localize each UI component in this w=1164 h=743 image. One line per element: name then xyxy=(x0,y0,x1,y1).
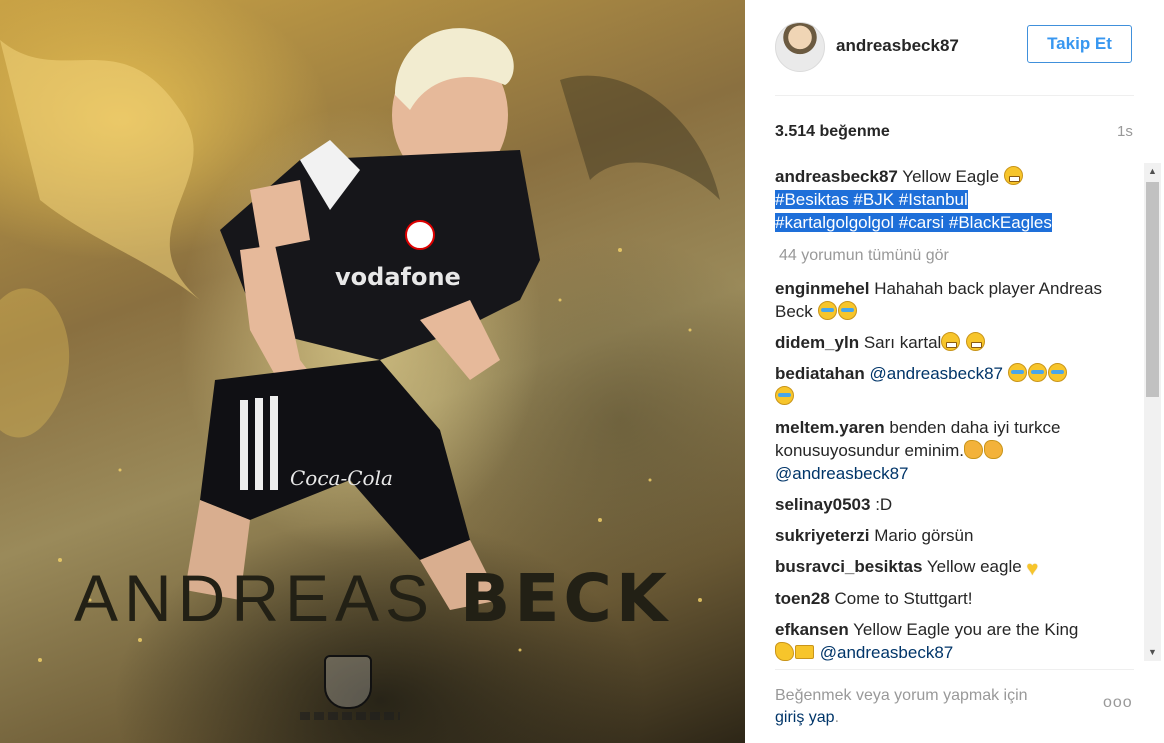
comment-item: toen28 Come to Stuttgart! xyxy=(775,587,1140,610)
comment-author[interactable]: bediatahan xyxy=(775,364,865,383)
comment-author[interactable]: sukriyeterzi xyxy=(775,526,870,545)
comment-mention[interactable]: @andreasbeck87 xyxy=(775,464,909,483)
comment-author[interactable]: busravci_besiktas xyxy=(775,557,922,576)
comment-text: Mario görsün xyxy=(874,526,974,545)
comment-item: bediatahan @andreasbeck87 xyxy=(775,362,1140,408)
post-timestamp[interactable]: 1s xyxy=(1117,123,1133,140)
scroll-up-arrow-icon[interactable]: ▲ xyxy=(1144,163,1161,180)
more-options-button[interactable]: ooo xyxy=(1103,694,1133,712)
player-name-overlay: ANDREAS BECK xyxy=(0,560,745,637)
view-all-comments-link[interactable]: 44 yorumun tümünü gör xyxy=(779,244,1140,267)
comment-item: efkansen Yellow Eagle you are the King @… xyxy=(775,618,1140,662)
post-header: andreasbeck87 Takip Et xyxy=(775,22,1134,72)
comment-author[interactable]: enginmehel xyxy=(775,279,869,298)
comment-author[interactable]: selinay0503 xyxy=(775,495,870,514)
comment-item: meltem.yaren benden daha iyi turkce konu… xyxy=(775,416,1140,485)
comment-mention[interactable]: @andreasbeck87 xyxy=(869,364,1003,383)
scroll-down-arrow-icon[interactable]: ▼ xyxy=(1144,644,1161,661)
login-prompt-suffix: . xyxy=(834,709,840,726)
comment-author[interactable]: meltem.yaren xyxy=(775,418,885,437)
caption-hashtags-line2[interactable]: #kartalgolgolgol #carsi #BlackEagles xyxy=(775,213,1052,232)
comment-text: Sarı kartal xyxy=(863,333,942,352)
grimacing-emoji-icon xyxy=(941,332,961,351)
caption-text: Yellow Eagle xyxy=(902,167,1000,186)
comment-author[interactable]: efkansen xyxy=(775,620,849,639)
grinning-emoji-icon xyxy=(1003,166,1023,185)
comments-list: andreasbeck87 Yellow Eagle #Besiktas #BJ… xyxy=(775,165,1140,662)
tears-of-joy-emoji-icon xyxy=(817,301,837,320)
login-prompt: Beğenmek veya yorum yapmak için giriş ya… xyxy=(775,685,1075,729)
scrollbar-thumb[interactable] xyxy=(1146,182,1159,397)
comment-text: Come to Stuttgart! xyxy=(834,589,973,608)
likes-count[interactable]: 3.514 beğenme xyxy=(775,123,890,141)
post-username[interactable]: andreasbeck87 xyxy=(836,36,959,56)
flexed-biceps-emoji-icon xyxy=(775,642,794,661)
comments-scrollbar[interactable]: ▲ ▼ xyxy=(1144,163,1161,661)
yellow-heart-emoji-icon xyxy=(1026,560,1048,579)
overlay-last-name: BECK xyxy=(460,560,672,637)
jersey-sponsor-text: vodafone xyxy=(335,263,461,291)
login-prompt-text: Beğenmek veya yorum yapmak için xyxy=(775,687,1028,704)
comment-item: didem_yln Sarı kartal xyxy=(775,331,1140,354)
tears-of-joy-emoji-icon xyxy=(837,301,857,320)
caption: andreasbeck87 Yellow Eagle #Besiktas #BJ… xyxy=(775,165,1140,234)
caption-hashtags-line1[interactable]: #Besiktas #BJK #Istanbul xyxy=(775,190,968,209)
follow-button[interactable]: Takip Et xyxy=(1027,25,1132,63)
login-link[interactable]: giriş yap xyxy=(775,709,835,726)
comment-text: Yellow eagle xyxy=(926,557,1022,576)
comment-author[interactable]: toen28 xyxy=(775,589,830,608)
comment-item: selinay0503 :D xyxy=(775,493,1140,516)
crown-emoji-icon xyxy=(795,645,814,659)
comment-item: enginmehel Hahahah back player Andreas B… xyxy=(775,277,1140,323)
clapping-hands-emoji-icon xyxy=(983,440,1003,459)
caption-author[interactable]: andreasbeck87 xyxy=(775,167,898,186)
avatar[interactable] xyxy=(775,22,825,72)
club-crest-icon xyxy=(324,655,372,709)
post-image[interactable]: vodafone Coca-Cola ANDREAS BECK xyxy=(0,0,745,743)
tears-of-joy-emoji-icon xyxy=(775,386,794,405)
tears-of-joy-emoji-icon xyxy=(1007,363,1027,382)
comment-item: sukriyeterzi Mario görsün xyxy=(775,524,1140,547)
comment-text: Yellow Eagle you are the King xyxy=(853,620,1079,639)
comment-text: :D xyxy=(875,495,893,514)
comment-mention[interactable]: @andreasbeck87 xyxy=(820,643,954,662)
overlay-first-name: ANDREAS xyxy=(73,561,436,635)
clapping-hands-emoji-icon xyxy=(963,440,983,459)
tears-of-joy-emoji-icon xyxy=(1047,363,1067,382)
comment-author[interactable]: didem_yln xyxy=(775,333,859,352)
tears-of-joy-emoji-icon xyxy=(1027,363,1047,382)
comment-item: busravci_besiktas Yellow eagle xyxy=(775,555,1140,579)
shorts-sponsor-text: Coca-Cola xyxy=(290,466,393,490)
header-divider xyxy=(775,95,1134,96)
grimacing-emoji-icon xyxy=(966,332,986,351)
club-social-icons xyxy=(300,712,400,720)
post-side-panel: andreasbeck87 Takip Et 3.514 beğenme 1s … xyxy=(745,0,1164,743)
footer-divider xyxy=(775,669,1134,670)
